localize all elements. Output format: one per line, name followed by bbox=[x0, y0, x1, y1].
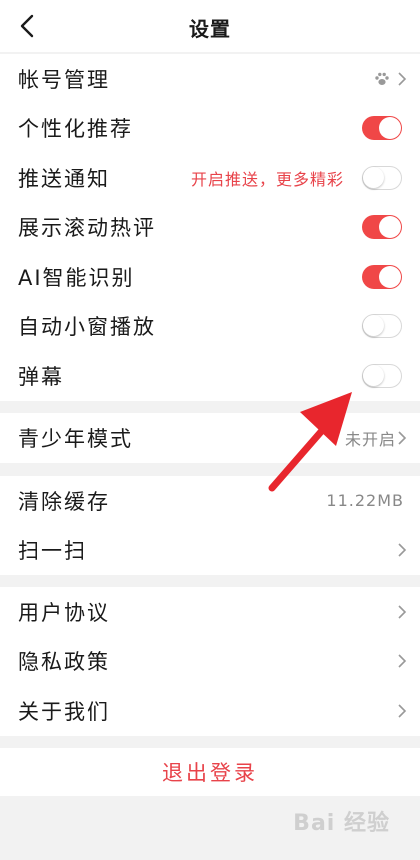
row-personalized-recommendation: 个性化推荐 bbox=[0, 104, 420, 154]
push-hint-text: 开启推送，更多精彩 bbox=[190, 169, 344, 189]
cache-size: 11.22MB bbox=[326, 491, 404, 511]
row-label: 个性化推荐 bbox=[18, 117, 133, 142]
row-danmaku: 弹幕 bbox=[0, 351, 420, 401]
row-about-us[interactable]: 关于我们 bbox=[0, 686, 420, 736]
row-label: 关于我们 bbox=[18, 699, 110, 724]
row-label: 弹幕 bbox=[18, 364, 64, 389]
row-clear-cache[interactable]: 清除缓存 11.22MB bbox=[0, 476, 420, 526]
chevron-right-icon bbox=[398, 431, 407, 445]
toggle-knob bbox=[379, 117, 401, 140]
row-youth-mode[interactable]: 青少年模式 未开启 bbox=[0, 413, 420, 463]
logout-button[interactable]: 退出登录 bbox=[0, 748, 420, 796]
settings-group-general: 帐号管理 个性化推荐 推送通知 开启推送，更多精彩 展示滚动热评 AI智能识别 … bbox=[0, 54, 420, 401]
chevron-right-icon bbox=[398, 72, 407, 86]
top-bar: 设置 bbox=[0, 0, 420, 52]
row-label: 用户协议 bbox=[18, 600, 110, 625]
row-auto-mini-window: 自动小窗播放 bbox=[0, 302, 420, 352]
chevron-right-icon bbox=[398, 605, 407, 619]
row-label: 自动小窗播放 bbox=[18, 315, 156, 340]
row-label: AI智能识别 bbox=[18, 265, 135, 290]
row-label: 帐号管理 bbox=[18, 67, 110, 92]
youth-mode-status: 未开启 bbox=[344, 429, 396, 449]
row-label: 展示滚动热评 bbox=[18, 216, 156, 241]
settings-group-youth: 青少年模式 未开启 bbox=[0, 413, 420, 463]
toggle-knob bbox=[363, 166, 384, 188]
row-privacy-policy[interactable]: 隐私政策 bbox=[0, 637, 420, 687]
settings-group-tools: 清除缓存 11.22MB 扫一扫 bbox=[0, 476, 420, 575]
row-push-notification: 推送通知 开启推送，更多精彩 bbox=[0, 153, 420, 203]
auto-mini-window-toggle[interactable] bbox=[362, 314, 402, 339]
scrolling-comments-toggle[interactable] bbox=[362, 215, 402, 240]
chevron-right-icon bbox=[398, 704, 407, 718]
settings-group-about: 用户协议 隐私政策 关于我们 bbox=[0, 587, 420, 736]
page-title: 设置 bbox=[189, 17, 231, 41]
toggle-knob bbox=[363, 364, 384, 386]
ai-recognition-toggle[interactable] bbox=[362, 264, 402, 289]
row-scrolling-comments: 展示滚动热评 bbox=[0, 203, 420, 253]
row-label: 推送通知 bbox=[18, 166, 110, 191]
chevron-right-icon bbox=[398, 543, 407, 557]
row-account-management[interactable]: 帐号管理 bbox=[0, 54, 420, 104]
row-label: 扫一扫 bbox=[18, 539, 87, 564]
row-label: 隐私政策 bbox=[18, 650, 110, 675]
row-scan[interactable]: 扫一扫 bbox=[0, 526, 420, 576]
paw-icon bbox=[375, 72, 389, 85]
toggle-knob bbox=[379, 265, 401, 288]
toggle-knob bbox=[379, 216, 401, 239]
logout-label: 退出登录 bbox=[162, 761, 258, 785]
chevron-right-icon bbox=[398, 654, 407, 668]
personalized-recommendation-toggle[interactable] bbox=[362, 116, 402, 141]
push-notification-toggle[interactable] bbox=[362, 165, 402, 190]
baidu-watermark: Bai 经验 bbox=[293, 811, 390, 836]
row-ai-recognition: AI智能识别 bbox=[0, 252, 420, 302]
row-user-agreement[interactable]: 用户协议 bbox=[0, 587, 420, 637]
row-label: 清除缓存 bbox=[18, 489, 110, 514]
toggle-knob bbox=[363, 315, 384, 337]
row-label: 青少年模式 bbox=[18, 426, 133, 451]
danmaku-toggle[interactable] bbox=[362, 363, 402, 388]
